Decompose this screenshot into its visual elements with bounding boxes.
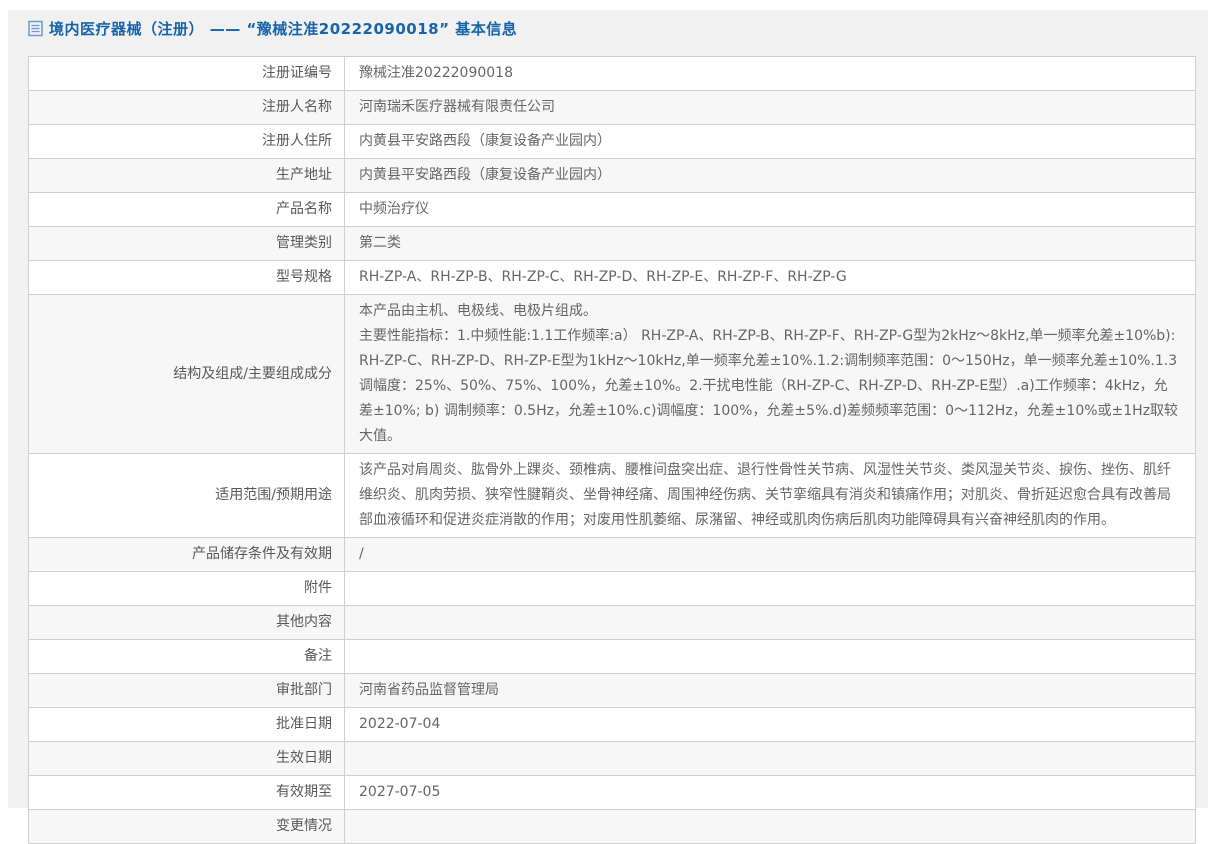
- row-value: [345, 606, 1196, 640]
- row-label: 注册人住所: [29, 125, 345, 159]
- row-label: 适用范围/预期用途: [29, 454, 345, 538]
- registration-info-table: 注册证编号 豫械注准20222090018 注册人名称 河南瑞禾医疗器械有限责任…: [28, 56, 1196, 844]
- page-header: 境内医疗器械（注册） —— “豫械注准20222090018” 基本信息: [28, 18, 517, 39]
- row-label: 审批部门: [29, 674, 345, 708]
- row-label: 附件: [29, 572, 345, 606]
- table-row: 结构及组成/主要组成成分 本产品由主机、电极线、电极片组成。 主要性能指标：1.…: [29, 295, 1196, 454]
- row-label: 结构及组成/主要组成成分: [29, 295, 345, 454]
- row-value: /: [345, 538, 1196, 572]
- table-row: 注册人住所 内黄县平安路西段（康复设备产业园内）: [29, 125, 1196, 159]
- row-label: 生产地址: [29, 159, 345, 193]
- row-label: 变更情况: [29, 810, 345, 844]
- table-row: 生产地址 内黄县平安路西段（康复设备产业园内）: [29, 159, 1196, 193]
- row-value: 2022-07-04: [345, 708, 1196, 742]
- row-label: 管理类别: [29, 227, 345, 261]
- row-label: 产品名称: [29, 193, 345, 227]
- row-label: 生效日期: [29, 742, 345, 776]
- row-label: 有效期至: [29, 776, 345, 810]
- row-label: 批准日期: [29, 708, 345, 742]
- table-row: 其他内容: [29, 606, 1196, 640]
- table-row: 适用范围/预期用途 该产品对肩周炎、肱骨外上踝炎、颈椎病、腰椎间盘突出症、退行性…: [29, 454, 1196, 538]
- row-value: 中频治疗仪: [345, 193, 1196, 227]
- row-label: 注册证编号: [29, 57, 345, 91]
- row-value: 2027-07-05: [345, 776, 1196, 810]
- row-value: RH-ZP-A、RH-ZP-B、RH-ZP-C、RH-ZP-D、RH-ZP-E、…: [345, 261, 1196, 295]
- table-row: 型号规格 RH-ZP-A、RH-ZP-B、RH-ZP-C、RH-ZP-D、RH-…: [29, 261, 1196, 295]
- document-icon: [28, 20, 43, 37]
- row-value: 内黄县平安路西段（康复设备产业园内）: [345, 159, 1196, 193]
- row-value: 本产品由主机、电极线、电极片组成。 主要性能指标：1.中频性能:1.1工作频率:…: [345, 295, 1196, 454]
- row-value: [345, 640, 1196, 674]
- table-row: 产品储存条件及有效期 /: [29, 538, 1196, 572]
- row-value: [345, 572, 1196, 606]
- row-label: 其他内容: [29, 606, 345, 640]
- table-row: 注册证编号 豫械注准20222090018: [29, 57, 1196, 91]
- row-label: 备注: [29, 640, 345, 674]
- row-value: 该产品对肩周炎、肱骨外上踝炎、颈椎病、腰椎间盘突出症、退行性骨性关节病、风湿性关…: [345, 454, 1196, 538]
- row-value: 河南瑞禾医疗器械有限责任公司: [345, 91, 1196, 125]
- table-row: 变更情况: [29, 810, 1196, 844]
- row-value: 豫械注准20222090018: [345, 57, 1196, 91]
- table-row: 批准日期 2022-07-04: [29, 708, 1196, 742]
- table-row: 产品名称 中频治疗仪: [29, 193, 1196, 227]
- table-row: 附件: [29, 572, 1196, 606]
- page-title: 境内医疗器械（注册） —— “豫械注准20222090018” 基本信息: [49, 18, 517, 39]
- row-value: [345, 742, 1196, 776]
- table-row: 注册人名称 河南瑞禾医疗器械有限责任公司: [29, 91, 1196, 125]
- table-row: 有效期至 2027-07-05: [29, 776, 1196, 810]
- row-value: 河南省药品监督管理局: [345, 674, 1196, 708]
- row-value: 第二类: [345, 227, 1196, 261]
- table-row: 审批部门 河南省药品监督管理局: [29, 674, 1196, 708]
- row-value: 内黄县平安路西段（康复设备产业园内）: [345, 125, 1196, 159]
- table-row: 生效日期: [29, 742, 1196, 776]
- row-value: [345, 810, 1196, 844]
- table-row: 管理类别 第二类: [29, 227, 1196, 261]
- content-panel: 境内医疗器械（注册） —— “豫械注准20222090018” 基本信息 注册证…: [8, 10, 1208, 808]
- row-label: 产品储存条件及有效期: [29, 538, 345, 572]
- row-label: 注册人名称: [29, 91, 345, 125]
- table-row: 备注: [29, 640, 1196, 674]
- row-label: 型号规格: [29, 261, 345, 295]
